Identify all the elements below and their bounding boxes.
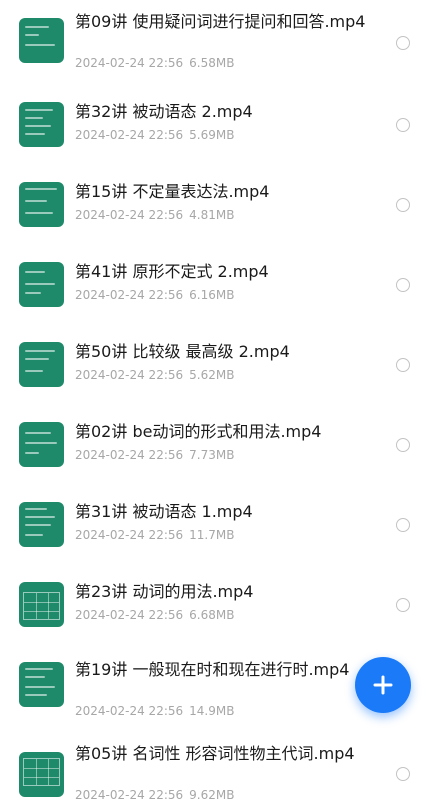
file-meta: 2024-02-24 22:56 6.16MB [75, 288, 234, 302]
video-thumbnail [19, 182, 64, 227]
list-item[interactable]: 第50讲 比较级 最高级 2.mp4 2024-02-24 22:56 5.62M… [0, 320, 436, 400]
file-title: 第41讲 原形不定式 2.mp4 [75, 262, 269, 281]
file-meta: 2024-02-24 22:56 6.58MB [75, 56, 234, 70]
video-thumbnail [19, 752, 64, 797]
video-thumbnail [19, 18, 64, 63]
list-item[interactable]: 第31讲 被动语态 1.mp4 2024-02-24 22:56 11.7MB [0, 480, 436, 560]
file-date: 2024-02-24 22:56 [75, 128, 184, 142]
file-meta: 2024-02-24 22:56 6.68MB [75, 608, 234, 622]
file-title: 第32讲 被动语态 2.mp4 [75, 102, 253, 121]
select-checkbox[interactable] [396, 438, 410, 452]
file-title: 第02讲 be动词的形式和用法.mp4 [75, 422, 322, 441]
file-date: 2024-02-24 22:56 [75, 208, 184, 222]
select-checkbox[interactable] [396, 767, 410, 781]
file-date: 2024-02-24 22:56 [75, 704, 184, 718]
file-title: 第05讲 名词性 形容词性物主代词.mp4 [75, 744, 355, 763]
file-title: 第31讲 被动语态 1.mp4 [75, 502, 253, 521]
file-date: 2024-02-24 22:56 [75, 368, 184, 382]
file-date: 2024-02-24 22:56 [75, 56, 184, 70]
file-size: 5.62MB [189, 368, 235, 382]
file-title: 第23讲 动词的用法.mp4 [75, 582, 254, 601]
file-title: 第15讲 不定量表达法.mp4 [75, 182, 270, 201]
file-title: 第50讲 比较级 最高级 2.mp4 [75, 342, 290, 361]
list-item[interactable]: 第05讲 名词性 形容词性物主代词.mp4 2024-02-24 22:56 9.… [0, 720, 436, 802]
file-size: 4.81MB [189, 208, 235, 222]
video-thumbnail [19, 262, 64, 307]
select-checkbox[interactable] [396, 358, 410, 372]
plus-icon [373, 675, 393, 695]
list-item[interactable]: 第02讲 be动词的形式和用法.mp4 2024-02-24 22:56 7.73… [0, 400, 436, 480]
file-size: 7.73MB [189, 448, 235, 462]
video-thumbnail [19, 422, 64, 467]
file-size: 5.69MB [189, 128, 235, 142]
video-thumbnail [19, 102, 64, 147]
file-date: 2024-02-24 22:56 [75, 448, 184, 462]
list-item[interactable]: 第23讲 动词的用法.mp4 2024-02-24 22:56 6.68MB [0, 560, 436, 640]
list-item[interactable]: 第41讲 原形不定式 2.mp4 2024-02-24 22:56 6.16MB [0, 240, 436, 320]
list-item[interactable]: 第32讲 被动语态 2.mp4 2024-02-24 22:56 5.69MB [0, 80, 436, 160]
video-thumbnail [19, 502, 64, 547]
add-button[interactable] [355, 657, 411, 713]
list-item[interactable]: 第15讲 不定量表达法.mp4 2024-02-24 22:56 4.81MB [0, 160, 436, 240]
file-size: 11.7MB [189, 528, 235, 542]
select-checkbox[interactable] [396, 118, 410, 132]
list-item[interactable]: 第09讲 使用疑问词进行提问和回答.mp4 2024-02-24 22:56 6.… [0, 0, 436, 80]
file-date: 2024-02-24 22:56 [75, 608, 184, 622]
file-size: 6.68MB [189, 608, 235, 622]
select-checkbox[interactable] [396, 198, 410, 212]
video-thumbnail [19, 342, 64, 387]
file-title: 第09讲 使用疑问词进行提问和回答.mp4 [75, 12, 366, 31]
file-size: 6.58MB [189, 56, 235, 70]
file-size: 14.9MB [189, 704, 235, 718]
file-meta: 2024-02-24 22:56 5.62MB [75, 368, 234, 382]
file-meta: 2024-02-24 22:56 7.73MB [75, 448, 234, 462]
file-size: 6.16MB [189, 288, 235, 302]
file-date: 2024-02-24 22:56 [75, 288, 184, 302]
file-meta: 2024-02-24 22:56 4.81MB [75, 208, 234, 222]
select-checkbox[interactable] [396, 598, 410, 612]
video-thumbnail [19, 582, 64, 627]
file-meta: 2024-02-24 22:56 14.9MB [75, 704, 234, 718]
select-checkbox[interactable] [396, 518, 410, 532]
file-title: 第19讲 一般现在时和现在进行时.mp4 [75, 660, 350, 679]
file-meta: 2024-02-24 22:56 5.69MB [75, 128, 234, 142]
file-date: 2024-02-24 22:56 [75, 528, 184, 542]
video-thumbnail [19, 662, 64, 707]
file-meta: 2024-02-24 22:56 11.7MB [75, 528, 234, 542]
select-checkbox[interactable] [396, 36, 410, 50]
select-checkbox[interactable] [396, 278, 410, 292]
